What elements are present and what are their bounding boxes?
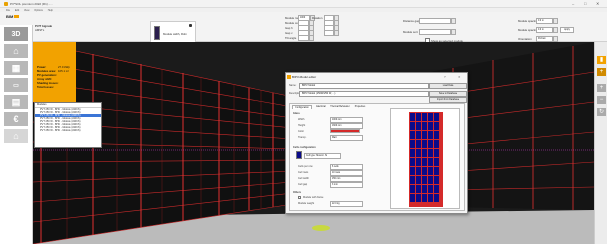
layer-icon[interactable]: ▮ xyxy=(597,56,606,64)
toolbar: BIM PV/T bigrade AMSTL Module width, Rdm… xyxy=(0,12,607,47)
module-list[interactable]: Modules PVT 250 W - BHC - Module (AWCS) … xyxy=(34,102,102,148)
load-data-button[interactable]: Load Data xyxy=(429,83,467,89)
apply-button[interactable]: Apply xyxy=(560,27,574,33)
module-spacing-spin-1[interactable] xyxy=(553,18,558,24)
module-fields-col1: Module row 1000 Module col Gap h Gap v Ti… xyxy=(285,14,315,41)
glass-height-label: Height xyxy=(298,124,306,127)
brand-logo: BIM xyxy=(6,14,28,20)
glass-color-label: Color xyxy=(298,130,304,133)
name-label: Name: xyxy=(289,84,297,87)
module-frame-checkbox[interactable] xyxy=(298,196,301,199)
tab-panel: Configuration Electrical Thermal Behavio… xyxy=(289,103,465,211)
module-fields-col1b: Rotation xyxy=(312,14,339,36)
right-toolbar: ▮ + + − ↻ xyxy=(594,42,607,244)
module-thumbnail xyxy=(154,26,160,40)
module-spacing-field-1[interactable]: 0.0 m xyxy=(536,18,553,24)
tilt-spin[interactable] xyxy=(309,34,314,41)
compass-marker xyxy=(312,225,330,231)
module-sort-field[interactable] xyxy=(419,29,451,35)
cell-type-select[interactable]: Cell type: Monocr. Si xyxy=(304,153,341,159)
glass-transp-input[interactable]: Matt xyxy=(330,135,363,141)
section-glass-title: Glass xyxy=(293,112,300,115)
tab-configuration[interactable]: Configuration xyxy=(292,105,312,109)
description-field[interactable]: BIPV Modul (150W/250 W, ...) xyxy=(299,91,429,97)
name-field[interactable]: BIPV Modul xyxy=(299,83,429,89)
tab-properties[interactable]: Properties xyxy=(352,105,368,109)
module-preview-pane xyxy=(390,108,460,209)
tilt-field[interactable] xyxy=(298,34,309,41)
glass-width-label: Width xyxy=(298,118,305,121)
right-field-1: Module spacing 0.0 m xyxy=(518,18,558,24)
home-icon[interactable]: ⌂ xyxy=(4,44,28,58)
document-icon[interactable]: ⌂ xyxy=(4,129,28,143)
list-item[interactable]: PVT 250 W - BHC - Module (AWCS) xyxy=(35,129,101,132)
cell-width-label: Cell width xyxy=(298,177,309,180)
product-label: PV/T bigrade AMSTL xyxy=(35,24,53,32)
zoom-in-icon[interactable]: + xyxy=(597,84,606,92)
lock-icon[interactable] xyxy=(189,24,192,27)
sidebar: 3D ⌂ ▦ ▭ ▤ € ⌂ xyxy=(0,25,33,244)
results-icon[interactable]: ▤ xyxy=(4,95,28,109)
field-b4[interactable] xyxy=(324,29,334,36)
add-icon[interactable]: + xyxy=(597,68,606,76)
title-bar: PV*SOL premium 2022 (R1) - ... – □ ✕ xyxy=(0,0,607,8)
cell-gap-input[interactable]: 3 mm xyxy=(330,182,363,188)
grid-icon[interactable]: ▦ xyxy=(4,61,28,75)
tab-thermal[interactable]: Thermal Behaviour xyxy=(329,105,351,109)
inverter-icon[interactable]: ▭ xyxy=(4,78,28,92)
sidebar-item-3d[interactable]: 3D xyxy=(4,27,28,41)
euro-icon[interactable]: € xyxy=(4,112,28,126)
cell-gap-label: Cell gap xyxy=(298,183,308,186)
bipv-editor-dialog: BIPV-Modul editor ? ✕ Name: BIPV Modul L… xyxy=(285,72,468,214)
rotate-icon[interactable]: ↻ xyxy=(597,108,606,116)
module-sort-spin[interactable] xyxy=(451,29,456,35)
app-logo-icon xyxy=(4,2,8,6)
cell-rows-label: Cell rows xyxy=(298,171,309,174)
cell-type-thumbnail xyxy=(296,151,302,159)
module-weight-input[interactable]: 22.0 kg xyxy=(330,201,363,207)
maximize-button[interactable]: □ xyxy=(584,1,586,6)
distance-gap-field[interactable] xyxy=(419,18,451,24)
glass-transp-label: Transp. xyxy=(298,136,307,139)
module-frame-label: Module with frame xyxy=(303,196,324,199)
dialog-close-button[interactable]: ✕ xyxy=(458,75,461,79)
module-weight-label: Module weight xyxy=(298,202,315,205)
info-panel: Power: 27.0 kWp Modules area: 105.1 m² P… xyxy=(33,42,76,102)
module-spacing-field-2[interactable]: 0.0 m xyxy=(536,27,553,33)
spin-b4[interactable] xyxy=(334,29,339,36)
zoom-out-icon[interactable]: − xyxy=(597,96,606,104)
cells-per-row-label: Cells per row xyxy=(298,165,313,168)
window-title: PV*SOL premium 2022 (R1) - ... xyxy=(10,2,53,6)
module-sort-group: Module sort xyxy=(403,29,456,35)
info-losses-label: Total losses: xyxy=(37,85,54,89)
section-others-title: Others xyxy=(293,191,302,194)
dialog-help-button[interactable]: ? xyxy=(444,75,446,79)
close-button[interactable]: ✕ xyxy=(596,1,599,6)
minimize-button[interactable]: – xyxy=(572,1,574,6)
dialog-title: BIPV-Modul editor xyxy=(292,75,317,79)
section-cells-title: Cells configuration xyxy=(293,146,316,149)
info-area-value: 105.1 m² xyxy=(58,69,70,73)
tab-electrical[interactable]: Electrical xyxy=(314,105,328,109)
module-spacing-spin-2[interactable] xyxy=(553,27,558,33)
dialog-app-icon xyxy=(287,75,291,79)
right-field-2: Module spacing 0.0 m Apply xyxy=(518,27,574,33)
glass-color-swatch[interactable] xyxy=(330,129,360,133)
distance-gap-group: Distance gap / m xyxy=(403,18,456,24)
distance-gap-spin[interactable] xyxy=(451,18,456,24)
module-cell-layout xyxy=(409,112,443,207)
